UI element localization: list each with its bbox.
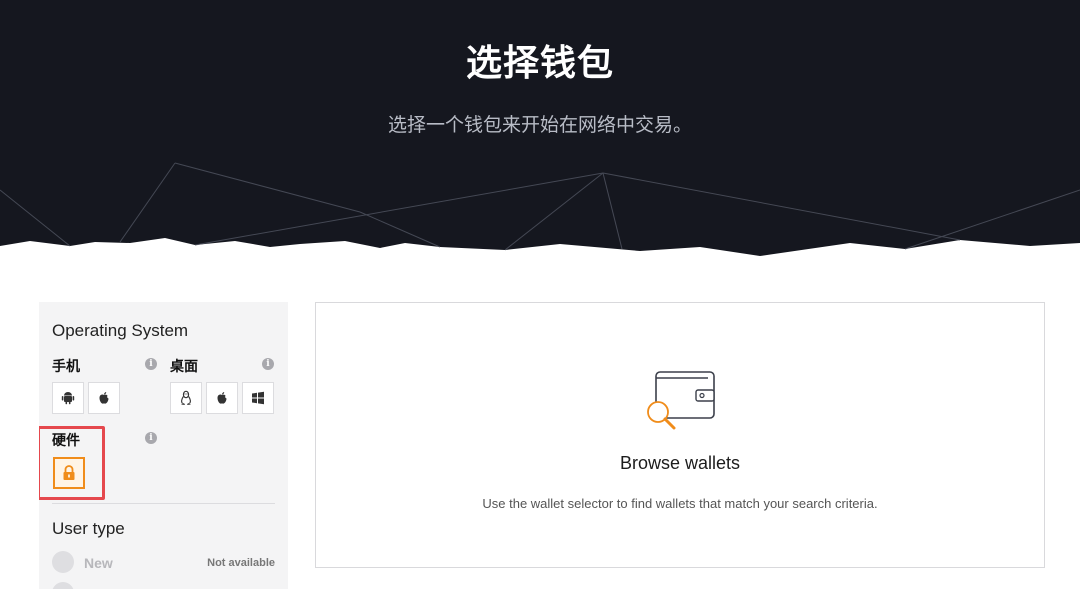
apple-icon [99, 392, 109, 404]
user-type-new-radio[interactable] [52, 551, 74, 573]
hero-banner: 选择钱包 选择一个钱包来开始在网络中交易。 [0, 0, 1080, 262]
android-button[interactable] [52, 382, 84, 414]
user-type-new-label: New [84, 555, 113, 571]
ios-button[interactable] [88, 382, 120, 414]
user-type-title: User type [52, 519, 125, 538]
linux-button[interactable] [170, 382, 202, 414]
selection-highlight [39, 426, 105, 500]
wallet-search-icon [647, 371, 715, 430]
desktop-label: 桌面 [170, 359, 198, 375]
mac-button[interactable] [206, 382, 238, 414]
page-subtitle: 选择一个钱包来开始在网络中交易。 [387, 114, 692, 136]
page-title: 选择钱包 [465, 43, 614, 84]
windows-icon [252, 391, 264, 405]
android-icon [61, 392, 75, 405]
apple-icon [217, 392, 227, 404]
user-type-radio[interactable] [52, 582, 74, 589]
divider [52, 503, 275, 504]
browse-wallets-title: Browse wallets [619, 453, 741, 473]
info-icon[interactable]: i [262, 358, 274, 370]
windows-button[interactable] [242, 382, 274, 414]
browse-wallets-description: Use the wallet selector to find wallets … [482, 496, 878, 511]
mobile-label: 手机 [52, 359, 80, 375]
info-icon[interactable]: i [145, 358, 157, 370]
os-section-title: Operating System [52, 321, 189, 340]
linux-icon [181, 390, 191, 405]
filter-sidebar: Operating System 手机 i 桌面 i 硬件 i User typ… [39, 302, 288, 589]
availability-label: Not available [207, 557, 275, 569]
info-icon[interactable]: i [145, 432, 157, 444]
results-panel: Browse wallets Use the wallet selector t… [315, 302, 1045, 568]
